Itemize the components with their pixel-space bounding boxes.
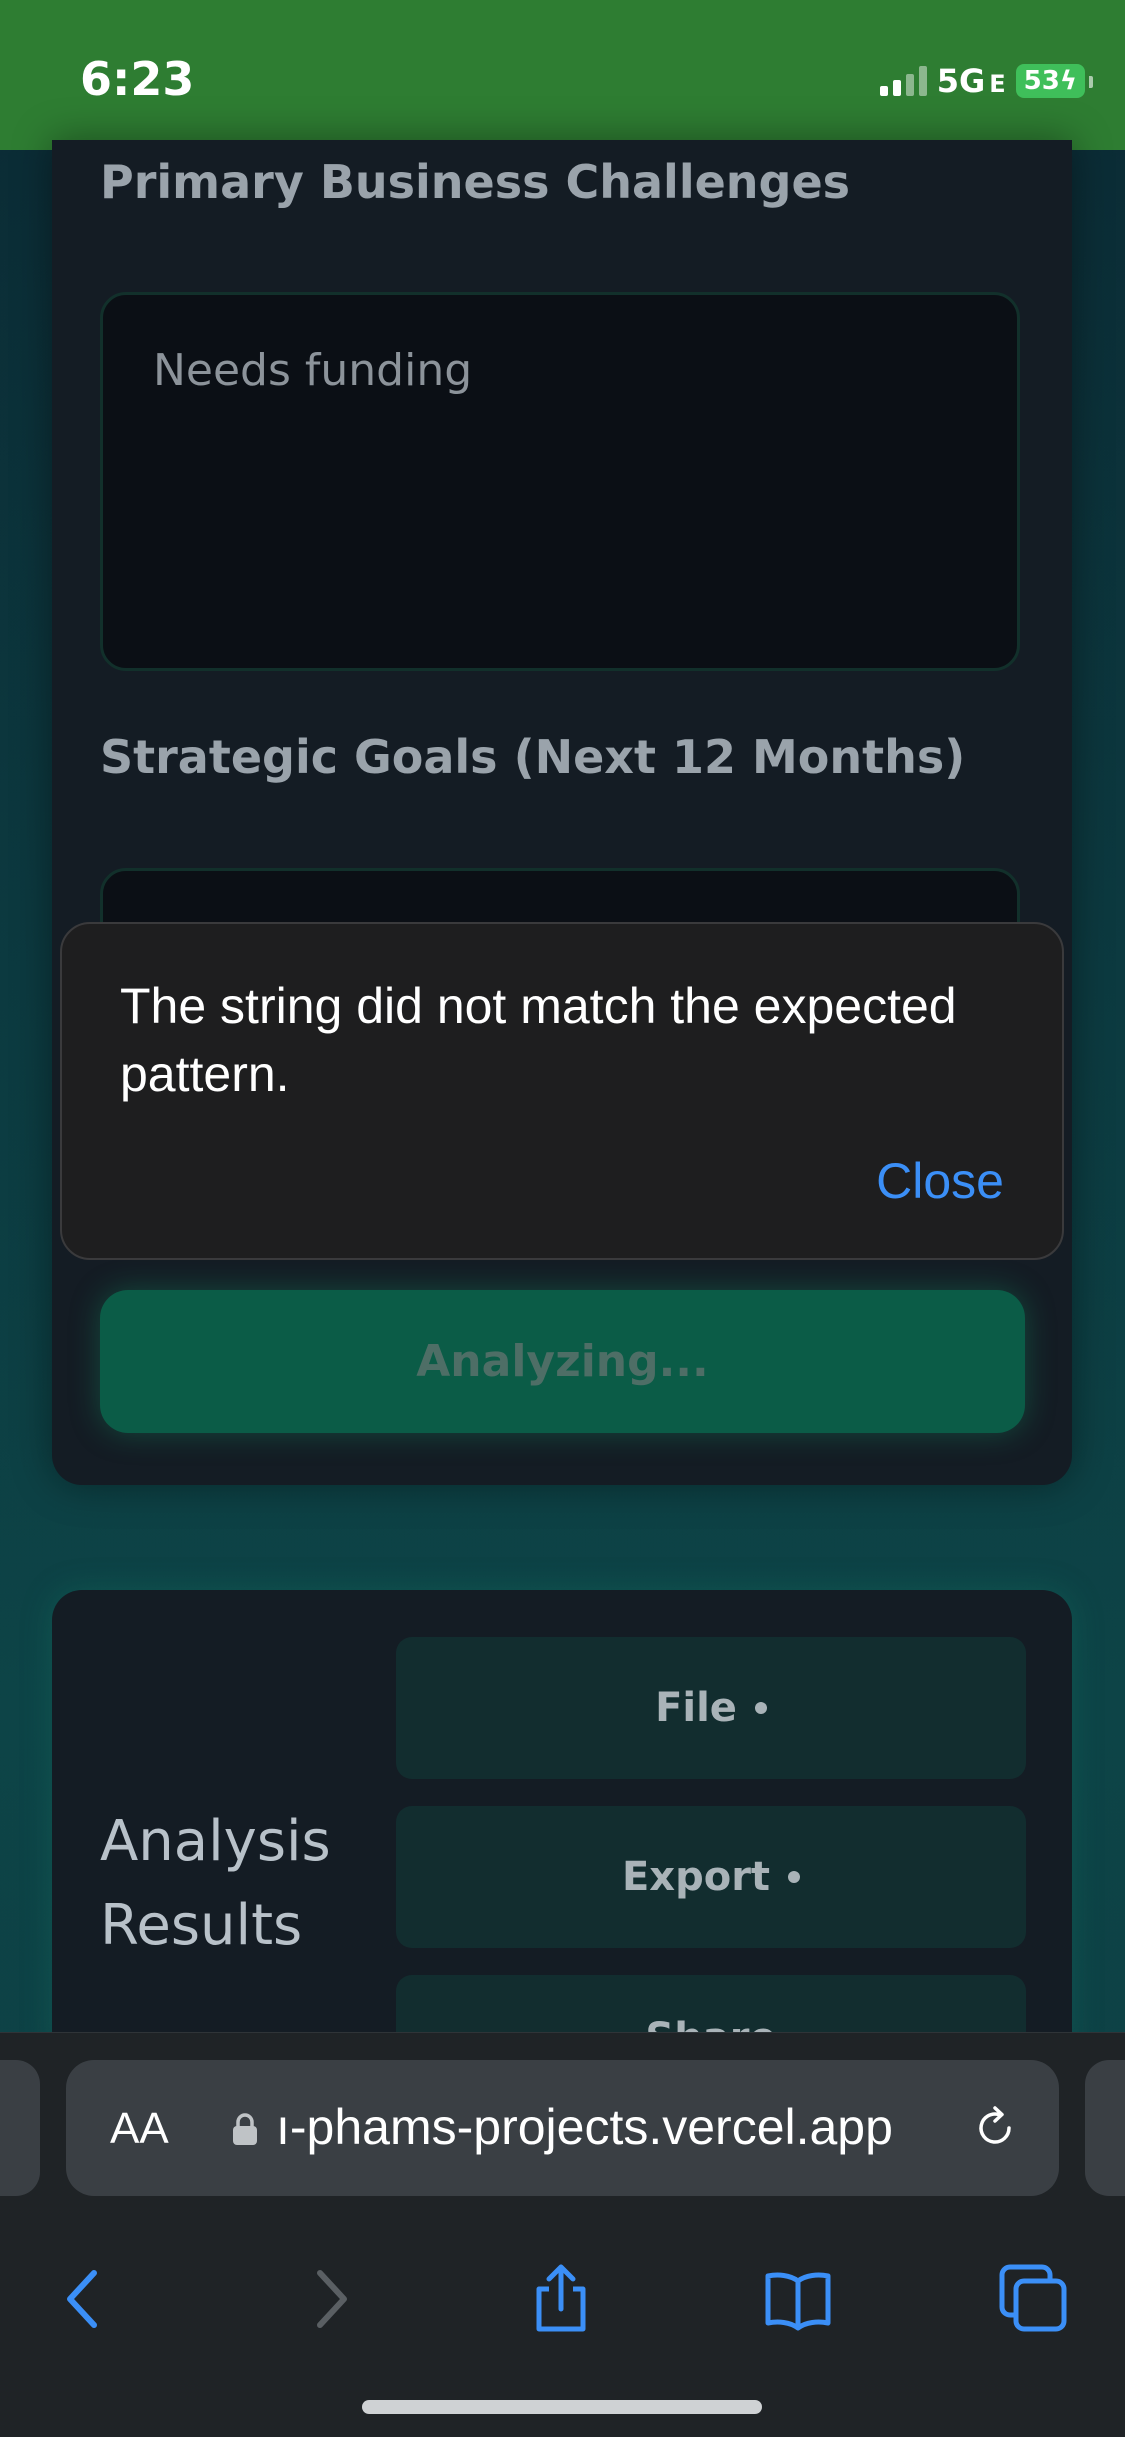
reload-icon[interactable]: [969, 2102, 1021, 2154]
dot-icon: [754, 1702, 767, 1714]
status-time: 6:23: [80, 52, 195, 106]
results-title-line2: Results: [100, 1893, 303, 1958]
network-suffix: E: [989, 70, 1006, 98]
battery-level: 53: [1023, 66, 1060, 96]
next-tab-edge[interactable]: [1085, 2060, 1125, 2196]
network-type: 5G E: [937, 62, 1006, 100]
url-text: ı-phams-projects.vercel.app: [276, 2099, 893, 2155]
home-indicator: [362, 2400, 762, 2414]
file-button[interactable]: File: [396, 1637, 1026, 1779]
book-icon[interactable]: [762, 2263, 834, 2335]
alert-dialog: The string did not match the expected pa…: [60, 922, 1064, 1260]
tabs-icon[interactable]: [998, 2263, 1070, 2335]
share-icon[interactable]: [525, 2263, 597, 2335]
browser-toolbar: AA ı-phams-projects.vercel.app: [0, 2032, 1125, 2437]
challenges-textarea[interactable]: Needs funding: [100, 292, 1020, 671]
dot-icon: [788, 1871, 801, 1883]
previous-tab-edge[interactable]: [0, 2060, 40, 2196]
status-indicators: 5G E 53ϟ: [879, 62, 1094, 100]
alert-close-button[interactable]: Close: [876, 1152, 1004, 1210]
signal-icon: [879, 66, 927, 96]
browser-nav-row: [0, 2233, 1125, 2363]
lock-icon: [233, 2113, 257, 2145]
export-button[interactable]: Export: [396, 1806, 1026, 1948]
analyze-button[interactable]: Analyzing...: [100, 1290, 1025, 1433]
address-bar[interactable]: AA ı-phams-projects.vercel.app: [66, 2060, 1059, 2196]
results-title: Analysis Results: [100, 1800, 331, 1968]
analysis-results-card: Analysis Results File Export Share: [52, 1590, 1072, 2050]
reader-settings-button[interactable]: AA: [110, 2104, 169, 2154]
chevron-left-icon[interactable]: [50, 2263, 122, 2335]
challenges-label: Primary Business Challenges: [100, 155, 851, 209]
battery-icon: 53ϟ: [1015, 64, 1094, 98]
alert-message: The string did not match the expected pa…: [120, 978, 957, 1102]
charging-icon: ϟ: [1059, 66, 1077, 96]
goals-label: Strategic Goals (Next 12 Months): [100, 730, 966, 784]
file-button-label: File: [655, 1685, 737, 1731]
chevron-right-icon[interactable]: [292, 2263, 364, 2335]
network-label: 5G: [936, 62, 986, 100]
results-title-line1: Analysis: [100, 1809, 331, 1874]
export-button-label: Export: [621, 1854, 771, 1900]
aa-label: AA: [110, 2104, 169, 2153]
status-bar: 6:23 5G E 53ϟ: [0, 0, 1125, 150]
